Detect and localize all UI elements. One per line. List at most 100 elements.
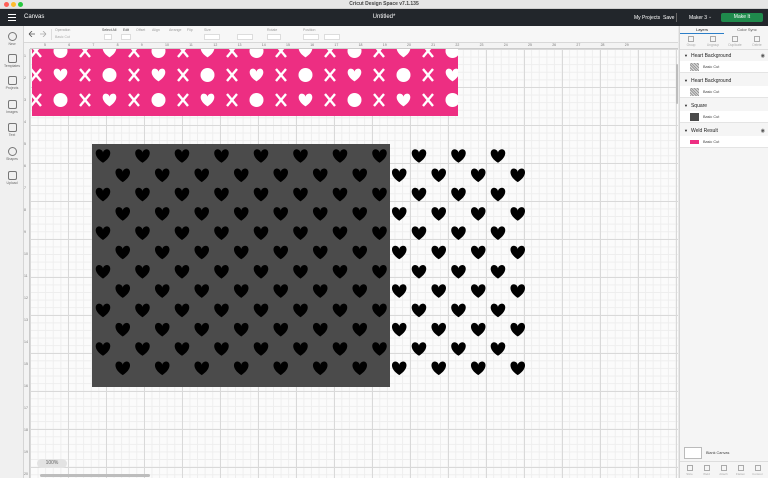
ruler-tick-label: 15 (286, 43, 290, 47)
eye-icon[interactable]: ◉ (761, 52, 765, 60)
sidebar-item-templates[interactable]: Templates (0, 54, 24, 68)
heart-shape (490, 187, 506, 202)
height-field[interactable] (237, 34, 253, 40)
ruler-tick-label: 5 (24, 142, 26, 146)
undo-icon[interactable] (28, 31, 36, 37)
layer-row[interactable]: Basic Cut (680, 86, 768, 98)
ungroup-icon (710, 36, 716, 42)
attach-button[interactable]: Attach (715, 465, 732, 476)
heart-shape (273, 322, 289, 337)
ruler-tick-label: 12 (24, 296, 28, 300)
heart-shape (470, 361, 486, 376)
blank-canvas-thumbnail[interactable] (684, 447, 702, 459)
heart-shape (174, 187, 190, 202)
layer-name: Heart Background (690, 78, 732, 84)
heart-shape (293, 149, 308, 163)
heart-shape (194, 361, 210, 376)
offset-label[interactable]: Offset (136, 28, 145, 32)
layer-group-square[interactable]: ▼ Square Basic Cut (680, 102, 768, 123)
flip-label[interactable]: Flip (187, 28, 193, 32)
layer-group-heart-background-1[interactable]: ▼ Heart Background ◉ Basic Cut (680, 52, 768, 73)
heart-shape (510, 245, 526, 260)
flatten-button[interactable]: Flatten (732, 465, 749, 476)
heart-shape (135, 265, 150, 279)
heart-shape (174, 149, 190, 163)
heart-shape (95, 265, 111, 279)
ruler-tick-label: 8 (24, 208, 26, 212)
align-label[interactable]: Align (152, 28, 160, 32)
heart-shape (332, 226, 348, 240)
design-canvas[interactable] (30, 49, 678, 478)
heart-shape (431, 284, 447, 298)
layer-row[interactable]: Basic Cut (680, 111, 768, 123)
contour-button[interactable]: Contour (749, 465, 766, 476)
layer-row[interactable]: Basic Cut (680, 61, 768, 73)
save-button[interactable]: Save (663, 15, 674, 21)
position-y-field[interactable] (324, 34, 340, 40)
ruler-tick-label: 9 (24, 230, 26, 234)
heart-shape (490, 149, 506, 163)
zoom-level[interactable]: 100% (37, 459, 67, 468)
make-it-button[interactable]: Make It (721, 13, 763, 22)
heart-shape (431, 361, 447, 376)
heart-shape (352, 245, 368, 260)
ruler-tick-label: 18 (358, 43, 363, 47)
ruler-tick-label: 19 (382, 43, 387, 47)
ruler-tick-label: 10 (165, 43, 169, 47)
sidebar-item-images[interactable]: Images (0, 100, 24, 114)
edit-dropdown[interactable] (121, 34, 131, 40)
machine-selector[interactable]: Maker 3 (689, 15, 707, 21)
tab-color-sync[interactable]: Color Sync (725, 26, 768, 34)
trash-icon (754, 36, 760, 42)
heart-shape (135, 342, 150, 356)
heart-shape (174, 342, 190, 356)
heart-shape (273, 207, 289, 221)
arrange-label[interactable]: Arrange (169, 28, 181, 32)
position-x-field[interactable] (303, 34, 319, 40)
delete-button[interactable]: Delete (746, 36, 768, 47)
ruler-tick-label: 14 (24, 340, 28, 344)
tab-layers[interactable]: Layers (680, 26, 724, 34)
select-all-checkbox[interactable] (104, 34, 112, 40)
template-icon (7, 54, 17, 63)
rotate-field[interactable] (267, 34, 281, 40)
weld-button[interactable]: Weld (698, 465, 715, 476)
layer-name: Weld Result (690, 128, 718, 134)
ruler-tick-label: 20 (407, 43, 411, 47)
slice-button[interactable]: Slice (681, 465, 698, 476)
heart-shape (214, 303, 229, 318)
sidebar-item-text[interactable]: Text (0, 123, 24, 137)
sidebar-item-upload[interactable]: Upload (0, 171, 24, 185)
width-field[interactable] (204, 34, 220, 40)
group-button[interactable]: Group (680, 36, 702, 47)
heart-shape (470, 245, 486, 260)
horizontal-scrollbar[interactable] (40, 474, 150, 477)
redo-icon[interactable] (39, 31, 47, 37)
heart-pattern-layer[interactable] (30, 49, 678, 478)
heart-shape (352, 361, 368, 376)
layer-row[interactable]: Basic Cut (680, 136, 768, 148)
layer-group-weld-result[interactable]: ▼ Weld Result ◉ Basic Cut (680, 127, 768, 148)
eye-icon[interactable]: ◉ (761, 127, 765, 135)
layer-group-heart-background-2[interactable]: ▼ Heart Background Basic Cut (680, 77, 768, 98)
sidebar-item-new[interactable]: New (0, 32, 24, 46)
heart-shape (312, 207, 328, 221)
ruler-tick-label: 1 (24, 54, 26, 58)
layer-actions: Group Ungroup Duplicate Delete (680, 34, 768, 50)
size-label: Size (204, 28, 211, 32)
heart-shape (411, 265, 427, 279)
my-projects-link[interactable]: My Projects (634, 15, 660, 21)
ruler-tick-label: 21 (431, 43, 436, 47)
ungroup-button[interactable]: Ungroup (702, 36, 724, 47)
sidebar-item-shapes[interactable]: Shapes (0, 147, 24, 161)
heart-shape (332, 149, 348, 163)
duplicate-button[interactable]: Duplicate (724, 36, 746, 47)
sidebar-item-projects[interactable]: Projects (0, 76, 24, 90)
heart-shape (352, 168, 368, 183)
operation-select[interactable]: Basic Cut (55, 35, 70, 39)
chevron-down-icon[interactable]: ⌄ (708, 14, 712, 20)
vertical-scrollbar[interactable] (676, 64, 678, 104)
heart-shape (273, 245, 289, 260)
ruler-tick-label: 16 (310, 43, 315, 47)
heart-shape (312, 284, 328, 298)
